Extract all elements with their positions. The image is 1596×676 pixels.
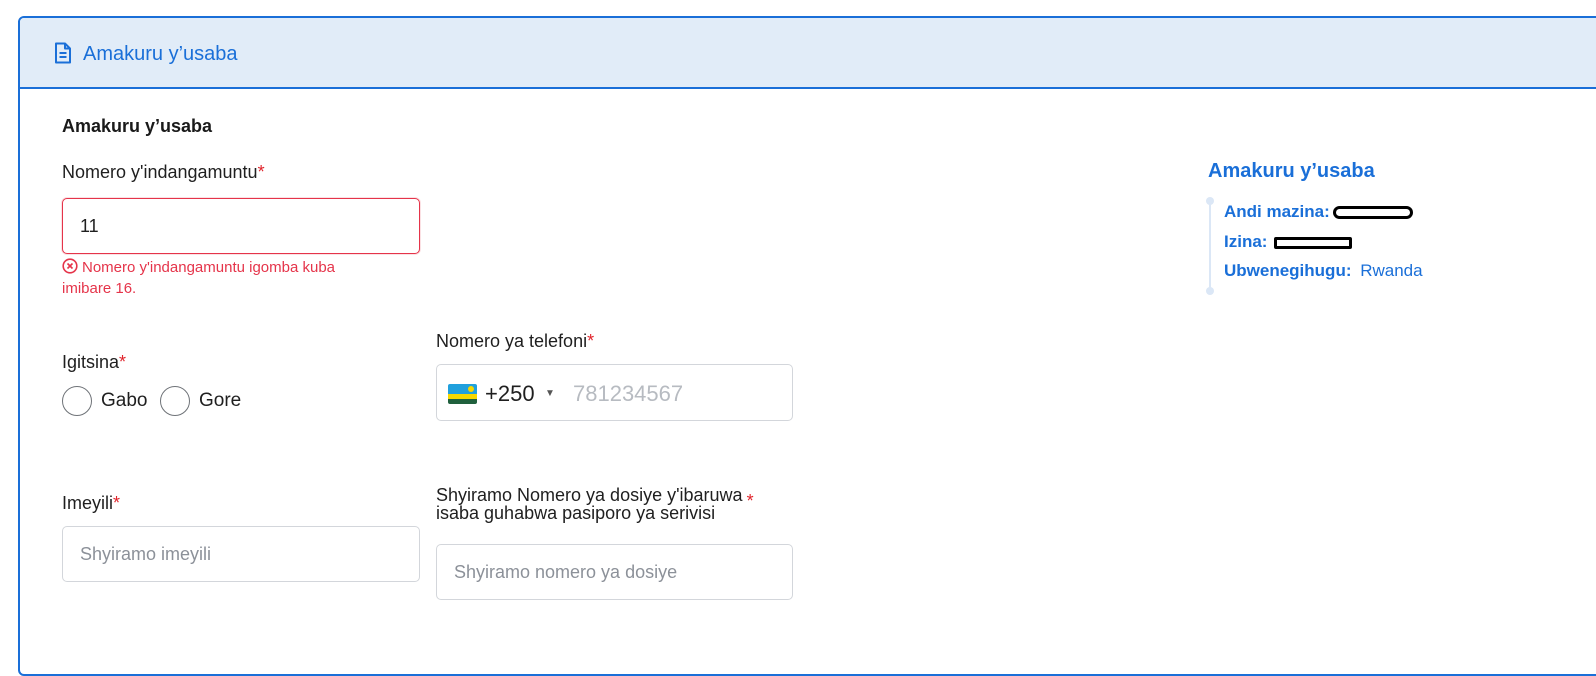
file-number-label: Shyiramo Nomero ya dosiye y'ibaruwa * isa… xyxy=(436,486,754,522)
summary-row-other-names: Andi mazina: xyxy=(1224,201,1413,223)
file-number-input[interactable] xyxy=(436,544,793,600)
email-input[interactable] xyxy=(62,526,420,582)
phone-number-input[interactable]: 781234567 xyxy=(573,381,683,407)
timeline-dot xyxy=(1206,197,1214,205)
document-icon xyxy=(52,42,74,64)
id-number-label-text: Nomero y'indangamuntu xyxy=(62,162,258,182)
summary-row-name: Izina: xyxy=(1224,231,1353,253)
summary-key: Andi mazina: xyxy=(1224,202,1330,221)
phone-label-text: Nomero ya telefoni xyxy=(436,331,588,351)
summary-value: Rwanda xyxy=(1360,261,1423,280)
gender-option-gore[interactable]: Gore xyxy=(199,390,241,412)
chevron-down-icon[interactable]: ▼ xyxy=(545,388,555,399)
rwanda-flag-icon[interactable] xyxy=(448,384,477,404)
email-label: Imeyili* xyxy=(62,492,120,514)
dial-code[interactable]: +250 xyxy=(485,381,535,407)
summary-key: Ubwenegihugu: xyxy=(1224,261,1352,280)
timeline-dot xyxy=(1206,287,1214,295)
required-mark: * xyxy=(587,331,595,351)
id-number-input[interactable] xyxy=(62,198,420,254)
summary-row-nationality: Ubwenegihugu: Rwanda xyxy=(1224,260,1423,282)
redacted-value xyxy=(1274,236,1353,249)
gender-label-text: Igitsina xyxy=(62,352,120,372)
required-mark: * xyxy=(257,162,265,182)
redacted-value xyxy=(1332,206,1413,220)
required-mark: * xyxy=(119,352,127,372)
file-number-label-line1: Shyiramo Nomero ya dosiye y'ibaruwa xyxy=(436,485,743,505)
id-number-label: Nomero y'indangamuntu* xyxy=(62,161,265,183)
id-number-error: Nomero y'indangamuntu igomba kuba imibar… xyxy=(62,257,335,299)
error-line-1: Nomero y'indangamuntu igomba kuba xyxy=(82,259,336,276)
section-title: Amakuru y’usaba xyxy=(62,116,213,136)
email-label-text: Imeyili xyxy=(62,493,114,513)
error-circle-icon xyxy=(62,258,78,274)
card-header: Amakuru y’usaba xyxy=(20,18,1596,89)
required-mark: * xyxy=(746,491,754,511)
gender-label: Igitsina* xyxy=(62,351,126,373)
phone-input-group: +250 ▼ 781234567 xyxy=(436,364,793,421)
error-line-2: imibare 16. xyxy=(62,280,137,297)
summary-title: Amakuru y’usaba xyxy=(1208,160,1375,182)
gender-radio-gabo[interactable] xyxy=(62,386,92,416)
file-number-label-line2: isaba guhabwa pasiporo ya serivisi xyxy=(436,503,716,523)
summary-timeline xyxy=(1209,200,1211,292)
gender-radio-gore[interactable] xyxy=(160,386,190,416)
phone-label: Nomero ya telefoni* xyxy=(436,330,594,352)
gender-option-gabo[interactable]: Gabo xyxy=(101,390,147,412)
summary-key: Izina: xyxy=(1224,232,1268,251)
required-mark: * xyxy=(113,493,121,513)
header-title: Amakuru y’usaba xyxy=(83,43,238,65)
